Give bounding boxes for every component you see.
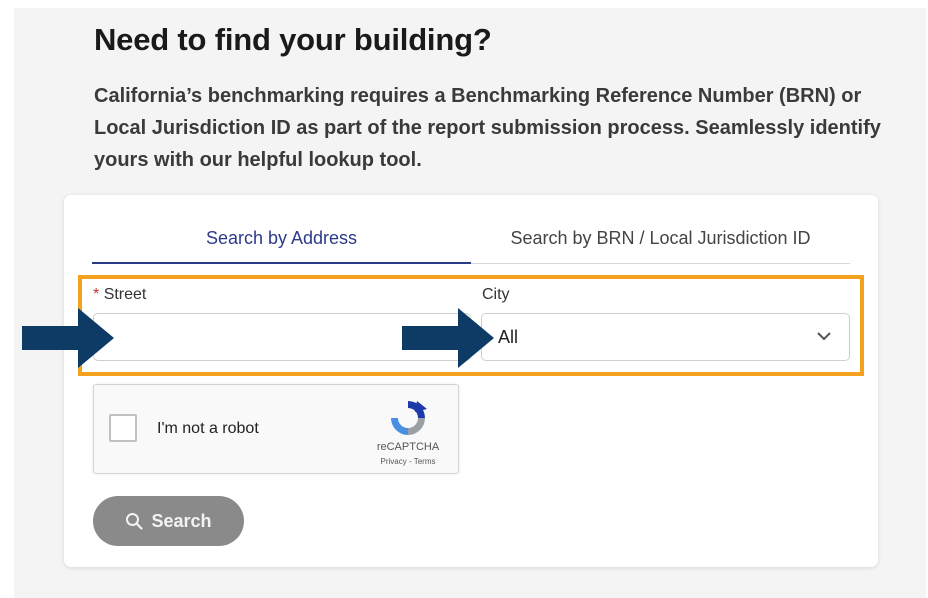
- search-icon: [126, 513, 144, 530]
- arrow-right-icon: [402, 308, 494, 368]
- search-button-label: Search: [151, 510, 212, 531]
- recaptcha-logo-icon: [391, 401, 427, 435]
- recaptcha-checkbox[interactable]: [109, 414, 137, 442]
- tab-search-by-address[interactable]: Search by Address: [92, 223, 471, 264]
- page-title: Need to find your building?: [94, 22, 492, 57]
- search-button[interactable]: Search: [93, 496, 244, 546]
- recaptcha-widget: I'm not a robot reCAPTCHA Privacy - Term…: [93, 384, 459, 474]
- city-selected-value: All: [498, 327, 519, 347]
- street-label: * Street: [93, 286, 146, 304]
- recaptcha-brand: reCAPTCHA: [376, 441, 440, 453]
- recaptcha-label: I'm not a robot: [157, 420, 259, 437]
- tab-search-by-brn[interactable]: Search by BRN / Local Jurisdiction ID: [471, 223, 850, 263]
- intro-text: California’s benchmarking requires a Ben…: [94, 85, 881, 171]
- arrow-right-icon: [22, 308, 114, 368]
- city-select[interactable]: All: [481, 313, 850, 361]
- city-label: City: [482, 286, 510, 303]
- required-marker: *: [93, 286, 100, 303]
- search-tabs: Search by Address Search by BRN / Local …: [92, 223, 850, 264]
- street-label-text: Street: [103, 286, 147, 303]
- recaptcha-privacy-terms[interactable]: Privacy - Terms: [364, 457, 452, 466]
- chevron-down-icon: [817, 332, 831, 341]
